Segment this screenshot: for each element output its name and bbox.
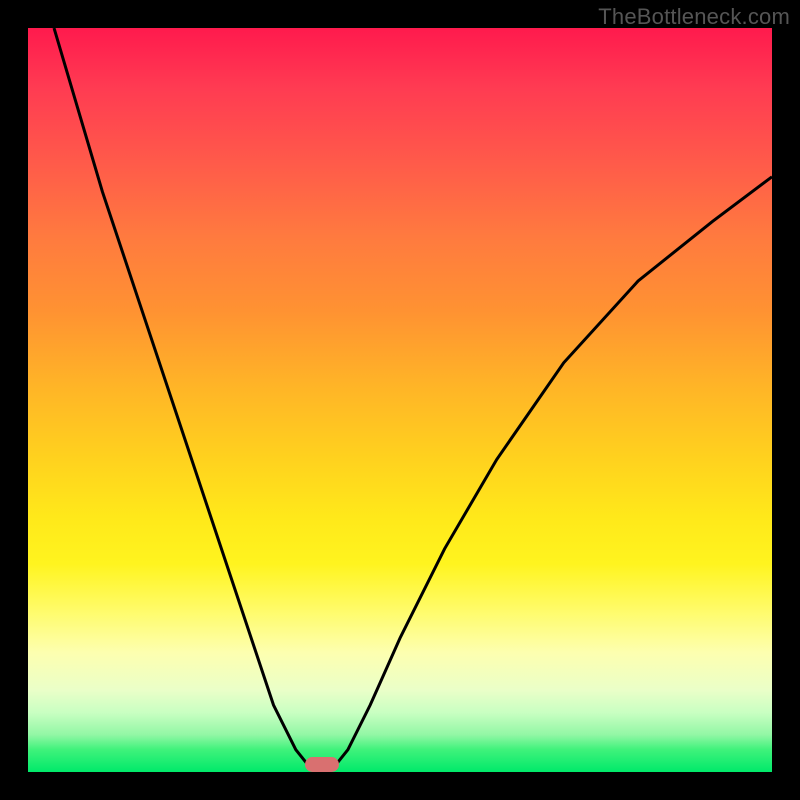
optimum-marker xyxy=(305,757,338,772)
watermark-text: TheBottleneck.com xyxy=(598,4,790,30)
plot-area xyxy=(28,28,772,772)
chart-frame: TheBottleneck.com xyxy=(0,0,800,800)
bottleneck-curve xyxy=(54,28,772,772)
curve-svg xyxy=(28,28,772,772)
